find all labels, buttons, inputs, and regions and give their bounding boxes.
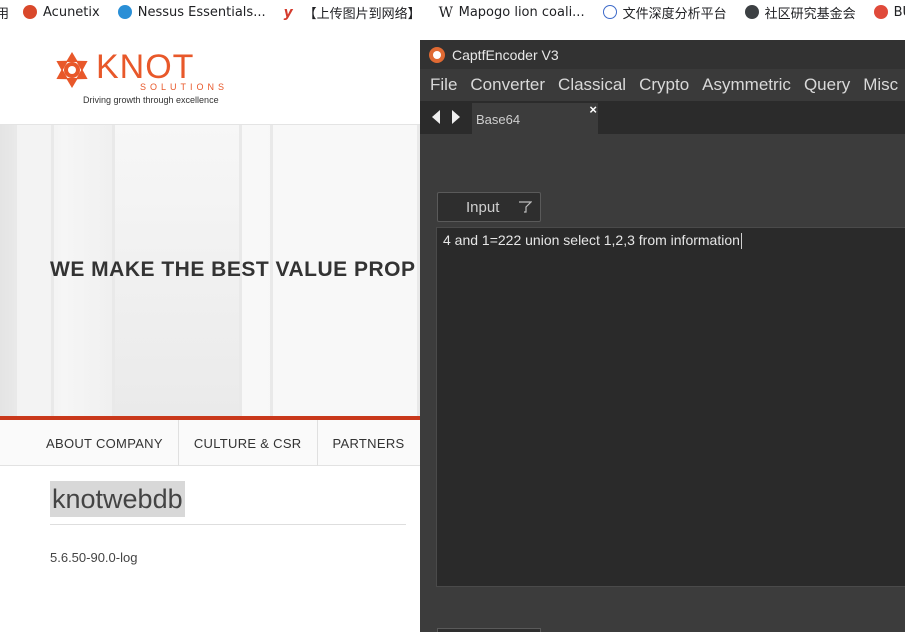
bookmark-label: Acunetix — [43, 4, 100, 20]
bookmark-wikipedia[interactable]: W Mapogo lion coali... — [438, 4, 585, 22]
menu-misc[interactable]: Misc — [863, 75, 898, 95]
site-nav: ABOUT COMPANY CULTURE & CSR PARTNERS — [0, 420, 420, 466]
filter-icon — [519, 201, 532, 213]
tab-label: Base64 — [476, 112, 521, 127]
input-textarea[interactable]: 4 and 1=222 union select 1,2,3 from info… — [436, 227, 905, 587]
hero-title: WE MAKE THE BEST VALUE PROP — [50, 258, 416, 281]
bookmark-label: Mapogo lion coali... — [458, 4, 585, 20]
divider — [50, 524, 406, 525]
output-dropdown-button[interactable] — [437, 628, 541, 632]
logo-subname: SOLUTIONS — [140, 82, 229, 92]
knot-logo-icon — [56, 52, 88, 88]
bookmark-acunetix[interactable]: Acunetix — [23, 5, 100, 20]
input-dropdown-button[interactable]: Input — [437, 192, 541, 222]
nav-about-company[interactable]: ABOUT COMPANY — [0, 420, 179, 466]
app-logo-icon — [429, 46, 445, 63]
bookmark-label: 【上传图片到网络】 — [303, 6, 421, 22]
knot-logo[interactable]: KNOT SOLUTIONS Driving growth through ex… — [52, 48, 242, 108]
close-icon[interactable]: × — [589, 102, 597, 117]
menu-asymmetric[interactable]: Asymmetric — [702, 75, 791, 95]
input-label: Input — [466, 198, 500, 216]
captfencoder-window: CaptfEncoder V3 File Converter Classical… — [420, 40, 905, 632]
nav-culture-csr[interactable]: CULTURE & CSR — [179, 420, 318, 466]
menu-crypto[interactable]: Crypto — [639, 75, 689, 95]
menu-bar: File Converter Classical Crypto Asymmetr… — [420, 69, 905, 101]
logo-name: KNOT — [96, 48, 195, 86]
acunetix-icon — [23, 5, 38, 19]
bookmark-label: 社区研究基金会 — [764, 6, 856, 22]
flag-icon — [873, 5, 888, 19]
encoder-panel: Input 4 and 1=222 union select 1,2,3 fro… — [420, 134, 905, 632]
tab-bar: Base64 × — [420, 101, 905, 134]
bookmark-item[interactable]: 用 — [0, 3, 9, 22]
wikipedia-icon: W — [438, 5, 453, 21]
bookmark-community[interactable]: 社区研究基金会 — [744, 3, 856, 22]
bookmark-label: 文件深度分析平台 — [622, 6, 727, 22]
cloud-icon — [602, 5, 617, 19]
logo-tagline: Driving growth through excellence — [83, 95, 219, 105]
bookmark-label: Nessus Essentials... — [137, 4, 266, 20]
bookmark-label: BU — [893, 4, 905, 20]
tab-back-icon[interactable] — [432, 110, 440, 124]
text-cursor — [740, 233, 742, 250]
database-version: 5.6.50-90.0-log — [50, 550, 138, 565]
menu-converter[interactable]: Converter — [470, 75, 545, 95]
bookmark-upload-image[interactable]: y 【上传图片到网络】 — [284, 3, 421, 22]
hero-banner: WE MAKE THE BEST VALUE PROP — [0, 125, 420, 417]
window-title: CaptfEncoder V3 — [452, 46, 559, 63]
window-pane — [14, 125, 54, 417]
bookmark-nessus[interactable]: Nessus Essentials... — [117, 4, 266, 20]
globe-icon — [744, 5, 759, 19]
y-logo-icon: y — [283, 5, 293, 21]
bookmark-bu[interactable]: BU — [873, 4, 905, 20]
nav-partners[interactable]: PARTNERS — [318, 420, 420, 466]
window-titlebar[interactable]: CaptfEncoder V3 — [420, 40, 905, 69]
tab-forward-icon[interactable] — [452, 110, 460, 124]
database-name: knotwebdb — [50, 481, 185, 517]
bookmark-label: 用 — [0, 6, 10, 22]
site-header: KNOT SOLUTIONS Driving growth through ex… — [0, 24, 420, 125]
bookmarks-bar: 用 Acunetix Nessus Essentials... y 【上传图片到… — [0, 0, 905, 24]
nessus-icon — [117, 5, 132, 19]
menu-query[interactable]: Query — [804, 75, 850, 95]
input-text: 4 and 1=222 union select 1,2,3 from info… — [443, 232, 740, 248]
bookmark-file-analysis[interactable]: 文件深度分析平台 — [602, 3, 727, 22]
tab-base64[interactable]: Base64 × — [472, 102, 598, 134]
menu-classical[interactable]: Classical — [558, 75, 626, 95]
menu-file[interactable]: File — [430, 75, 457, 95]
website-page: KNOT SOLUTIONS Driving growth through ex… — [0, 24, 420, 632]
